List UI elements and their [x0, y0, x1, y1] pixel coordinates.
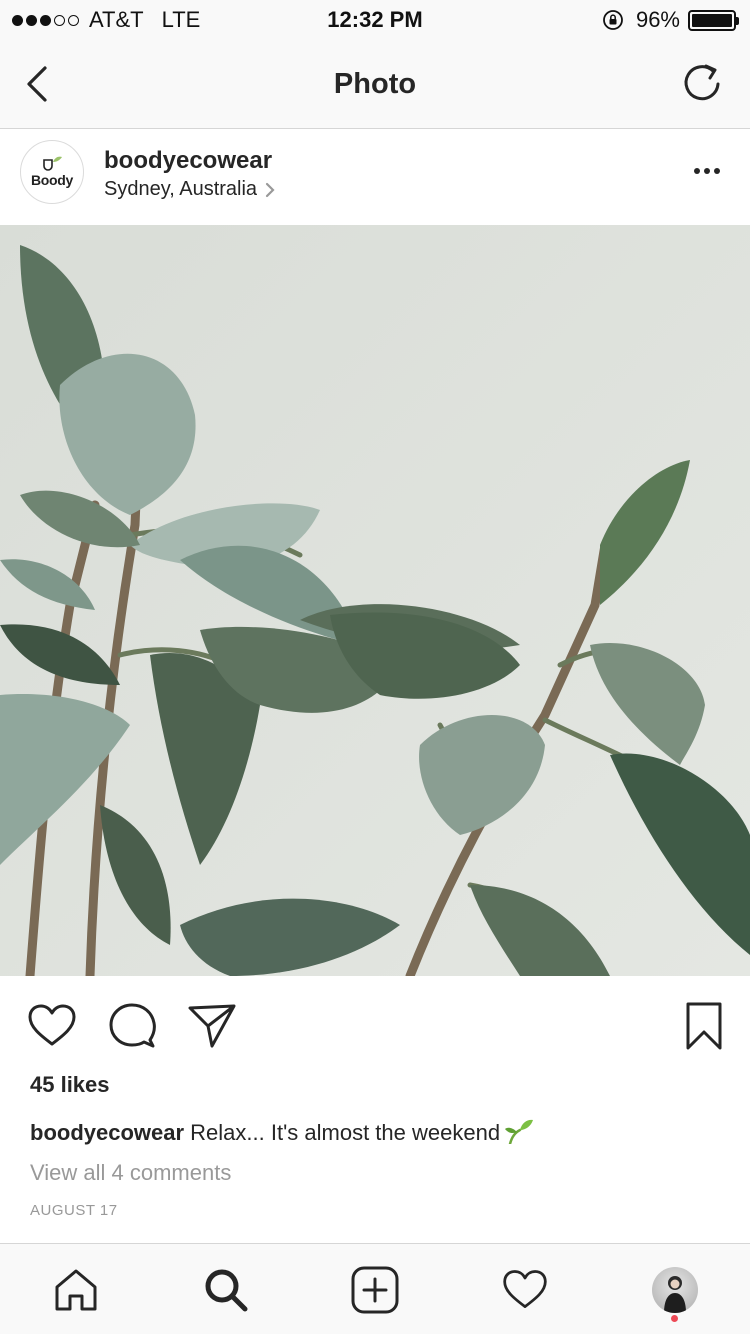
status-bar: AT&T LTE 12:32 PM 96%	[0, 0, 750, 40]
profile-avatar	[652, 1267, 698, 1313]
search-icon	[205, 1269, 248, 1312]
post-username[interactable]: boodyecowear	[104, 147, 272, 175]
caption-text: Relax... It's almost the weekend	[184, 1120, 501, 1145]
like-heart-icon[interactable]	[26, 1000, 78, 1052]
likes-count[interactable]: 45 likes	[30, 1072, 110, 1098]
account-avatar[interactable]: Boody	[20, 140, 84, 204]
post-date: AUGUST 17	[30, 1202, 118, 1219]
battery-percent: 96%	[635, 7, 680, 32]
post-actions	[0, 976, 750, 1068]
avatar-logo-text: Boody	[30, 172, 74, 188]
tab-activity[interactable]	[499, 1264, 551, 1316]
notification-dot	[671, 1315, 678, 1322]
view-comments-link[interactable]: View all 4 comments	[30, 1160, 231, 1186]
rubber-plant-image	[0, 225, 750, 976]
location-label: Sydney, Australia	[104, 178, 258, 200]
bookmark-icon[interactable]	[678, 1000, 730, 1052]
post-location[interactable]: Sydney, Australia	[104, 178, 275, 201]
post-photo[interactable]	[0, 225, 750, 976]
add-post-icon	[351, 1266, 399, 1314]
activity-heart-icon	[503, 1270, 547, 1308]
refresh-icon[interactable]	[682, 62, 724, 104]
share-send-icon[interactable]	[186, 1000, 238, 1052]
seedling-emoji-icon	[505, 1119, 534, 1144]
tab-profile[interactable]	[649, 1264, 701, 1316]
page-title: Photo	[333, 68, 417, 100]
more-options-icon[interactable]	[694, 168, 720, 174]
comment-icon[interactable]	[106, 1000, 158, 1052]
leaf-logo-icon	[43, 156, 62, 171]
status-right: 96%	[602, 7, 739, 33]
rotation-lock-icon	[603, 10, 623, 30]
post-header: Boody boodyecowear Sydney, Australia	[0, 130, 750, 225]
tab-bar	[0, 1243, 750, 1334]
battery-icon	[688, 9, 739, 31]
tab-add-post[interactable]	[349, 1264, 401, 1316]
post-caption: boodyecowear Relax... It's almost the we…	[30, 1118, 534, 1146]
chevron-right-icon	[265, 182, 275, 197]
tab-home[interactable]	[50, 1264, 102, 1316]
navigation-bar: Photo	[0, 40, 750, 129]
profile-photo-icon	[664, 1276, 686, 1313]
home-icon	[55, 1269, 97, 1311]
caption-username[interactable]: boodyecowear	[30, 1120, 184, 1145]
tab-search[interactable]	[200, 1264, 252, 1316]
